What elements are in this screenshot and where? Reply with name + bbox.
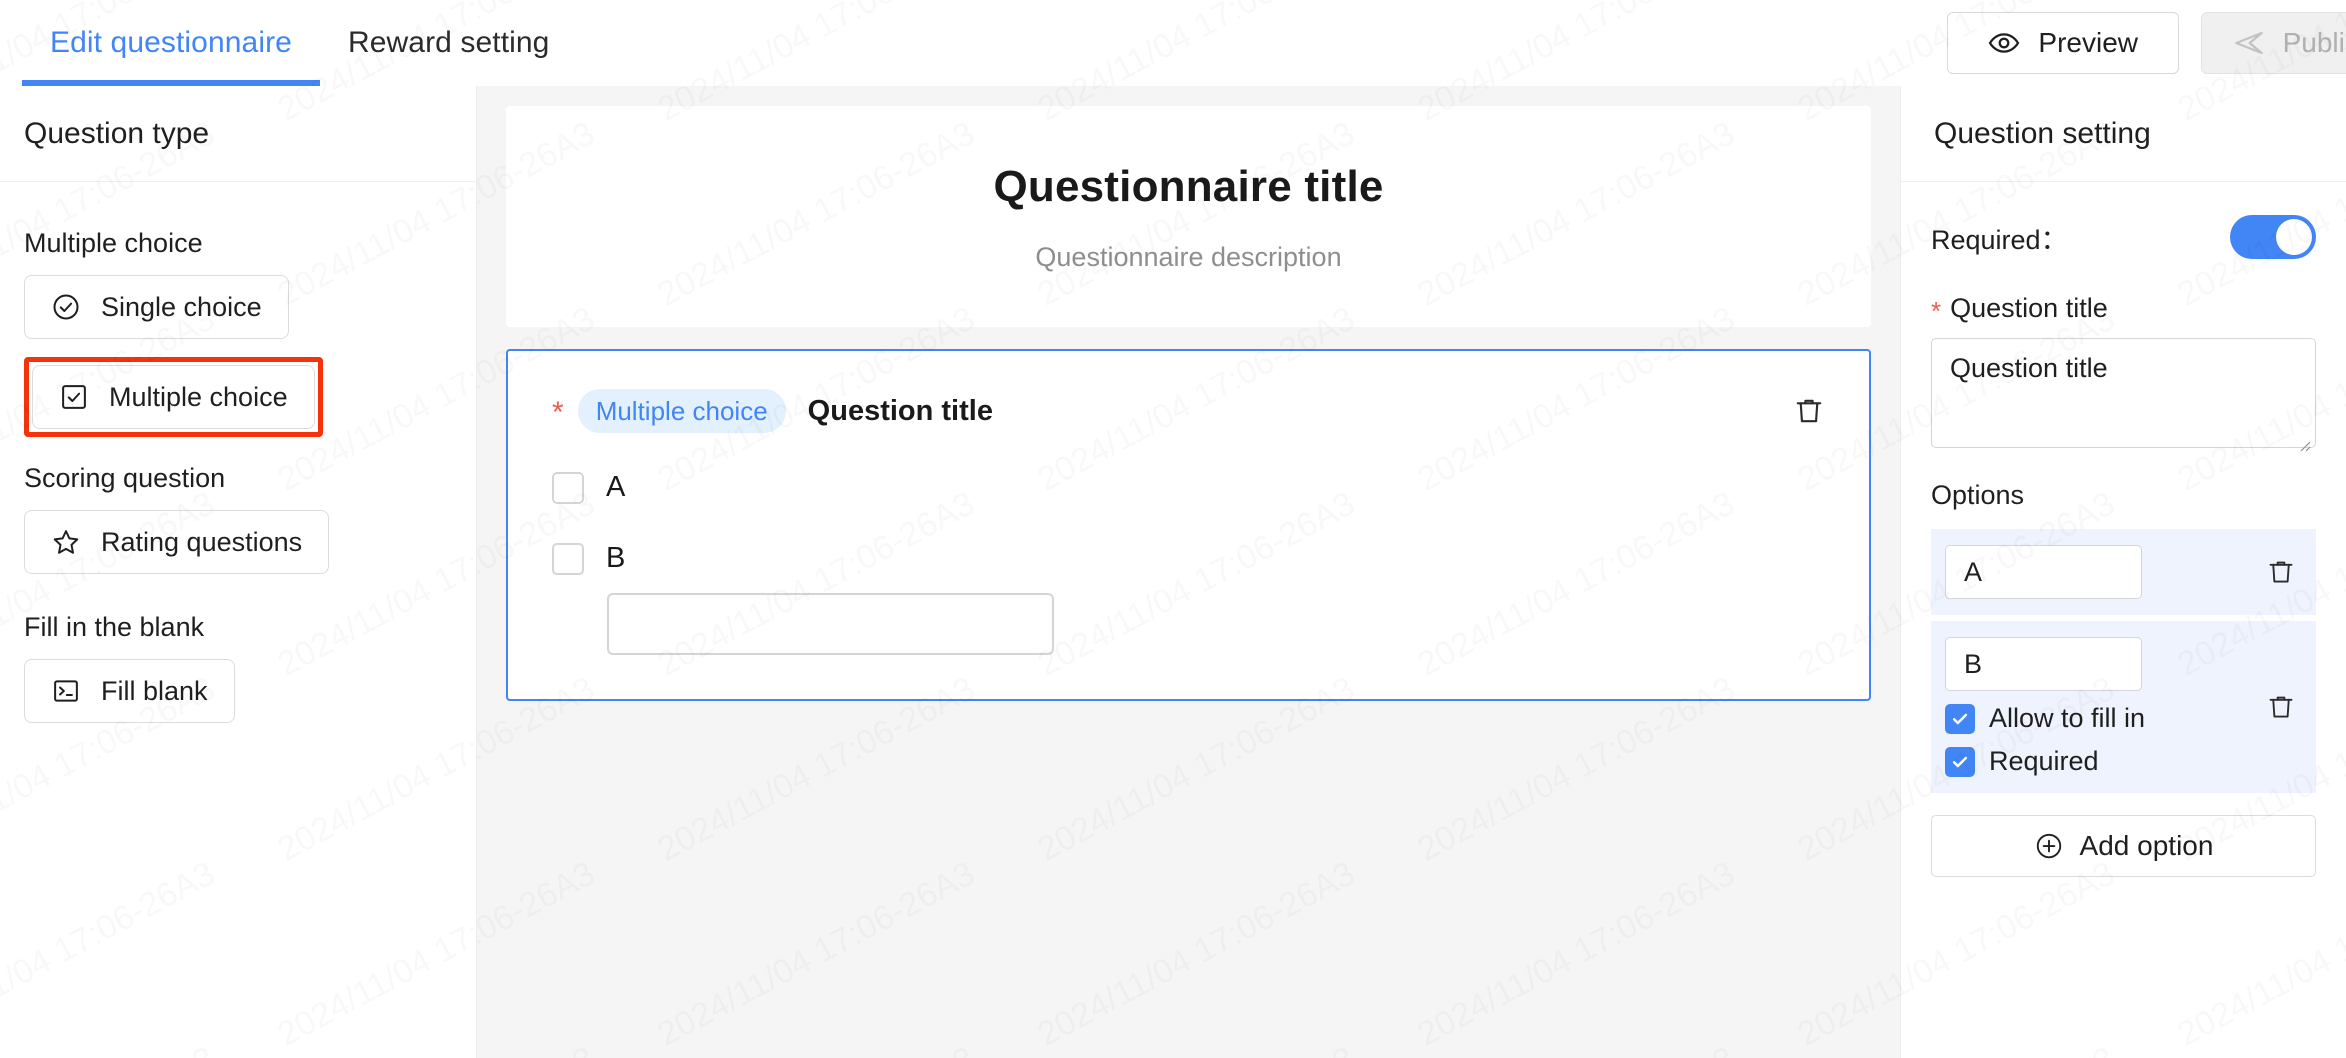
question-type-sidebar: Question type Multiple choice Single cho… [0, 86, 477, 1058]
plus-circle-icon [2034, 831, 2064, 861]
questionnaire-description: Questionnaire description [1035, 242, 1342, 272]
top-bar: Edit questionnaire Reward setting Previe… [0, 0, 2346, 86]
delete-option-button-a[interactable] [2246, 557, 2316, 587]
required-label: Required： [1931, 224, 2068, 255]
check-circle-icon [51, 292, 81, 322]
questionnaire-header-card[interactable]: Questionnaire title Questionnaire descri… [506, 106, 1871, 327]
option-allow-fill-in-row[interactable]: Allow to fill in [1945, 703, 2246, 734]
sidebar-item-label: Fill blank [101, 675, 208, 706]
delete-option-button-b[interactable] [2246, 692, 2316, 722]
add-option-label: Add option [2079, 830, 2214, 861]
app-root: 2024/11/04 17:06-26A32024/11/04 17:06-26… [0, 0, 2346, 1058]
question-setting-panel: Question setting Required： * Question ti… [1900, 86, 2346, 1058]
trash-icon [2266, 692, 2296, 722]
sidebar-group-label-scoring-question: Scoring question [24, 463, 226, 493]
check-square-icon [59, 382, 89, 412]
preview-label: Preview [2038, 27, 2138, 58]
sidebar-item-rating-questions[interactable]: Rating questions [24, 510, 330, 574]
option-required-checkbox[interactable] [1945, 746, 1975, 777]
question-card-title: Question title [807, 394, 993, 427]
trash-icon [1793, 395, 1825, 427]
question-option-row[interactable]: B [552, 542, 1825, 575]
tab-label: Edit questionnaire [50, 26, 292, 59]
question-card-header: * Multiple choice Question title [552, 389, 1825, 433]
preview-button[interactable]: Preview [1947, 12, 2179, 74]
tab-label: Reward setting [347, 26, 550, 59]
trash-icon [2266, 557, 2296, 587]
sidebar-body: Multiple choice Single choice Multiple c… [0, 182, 476, 735]
send-icon [2233, 27, 2265, 59]
sidebar-item-label: Rating questions [101, 526, 303, 557]
terminal-icon [51, 676, 81, 706]
options-label: Options [1931, 480, 2025, 510]
option-label: B [606, 542, 626, 574]
delete-question-button[interactable] [1793, 395, 1825, 427]
sidebar-item-label: Multiple choice [109, 381, 288, 412]
option-required-label: Required [1989, 746, 2099, 776]
resize-handle-icon[interactable] [2295, 428, 2311, 452]
sidebar-group-label-multiple-choice: Multiple choice [24, 228, 203, 258]
required-asterisk: * [1931, 296, 1942, 326]
main-body: Question type Multiple choice Single cho… [0, 86, 2346, 1058]
question-title-label: Question title [1950, 292, 2108, 323]
required-asterisk: * [552, 396, 564, 429]
option-setting-card: B Allow to fill in Required [1931, 621, 2316, 793]
add-option-button[interactable]: Add option [1931, 815, 2316, 877]
publish-label: Publish [2282, 27, 2346, 58]
option-checkbox-b[interactable] [552, 542, 584, 575]
option-value-input-a[interactable]: A [1945, 545, 2142, 599]
option-value-input-b[interactable]: B [1945, 637, 2142, 691]
question-title-field-label: * Question title [1931, 292, 2316, 326]
sidebar-item-rating-questions-wrap: Rating questions [24, 510, 330, 586]
option-fill-in-input[interactable] [607, 593, 1054, 655]
question-card[interactable]: * Multiple choice Question title A B [506, 349, 1871, 701]
topbar-actions: Preview Publish [1947, 0, 2346, 86]
sidebar-item-label: Single choice [101, 291, 262, 322]
question-type-badge: Multiple choice [577, 389, 786, 433]
option-value: A [1964, 556, 1983, 587]
tab-edit-questionnaire[interactable]: Edit questionnaire [22, 0, 320, 86]
tab-reward-setting[interactable]: Reward setting [320, 0, 578, 86]
question-setting-header: Question setting [1901, 86, 2346, 182]
sidebar-item-single-choice-wrap: Single choice [24, 275, 289, 351]
sidebar-item-multiple-choice-highlight: Multiple choice [24, 357, 323, 437]
option-allow-fill-in-checkbox[interactable] [1945, 703, 1975, 734]
eye-icon [1988, 27, 2020, 59]
sidebar-header: Question type [0, 86, 476, 182]
sidebar-item-fill-blank[interactable]: Fill blank [24, 659, 235, 723]
publish-button-wrap: Publish [2201, 12, 2346, 74]
option-checkbox-a[interactable] [552, 471, 584, 504]
publish-button[interactable]: Publish [2201, 12, 2346, 74]
option-allow-fill-in-label: Allow to fill in [1989, 703, 2146, 733]
questionnaire-canvas: Questionnaire title Questionnaire descri… [477, 86, 1900, 1058]
option-setting-card: A [1931, 529, 2316, 615]
option-label: A [606, 471, 626, 503]
star-icon [51, 527, 81, 557]
sidebar-item-multiple-choice[interactable]: Multiple choice [32, 365, 315, 429]
option-value: B [1964, 648, 1983, 679]
question-title-textarea[interactable]: Question title [1931, 338, 2316, 452]
option-setting-main: A [1931, 545, 2246, 599]
questionnaire-title: Questionnaire title [993, 162, 1384, 211]
question-setting-body: Required： * Question title Question titl… [1901, 182, 2346, 877]
option-setting-main: B Allow to fill in Required [1931, 637, 2246, 777]
question-title-value: Question title [1950, 353, 2108, 383]
tab-bar: Edit questionnaire Reward setting [0, 0, 577, 86]
required-setting-row: Required： [1931, 182, 2316, 292]
option-required-row[interactable]: Required [1945, 746, 2246, 777]
sidebar-item-single-choice[interactable]: Single choice [24, 275, 289, 339]
sidebar-item-fill-blank-wrap: Fill blank [24, 659, 235, 735]
required-toggle[interactable] [2230, 215, 2316, 259]
question-option-row[interactable]: A [552, 471, 1825, 504]
toggle-knob [2276, 219, 2312, 255]
sidebar-group-label-fill-in-the-blank: Fill in the blank [24, 612, 205, 642]
